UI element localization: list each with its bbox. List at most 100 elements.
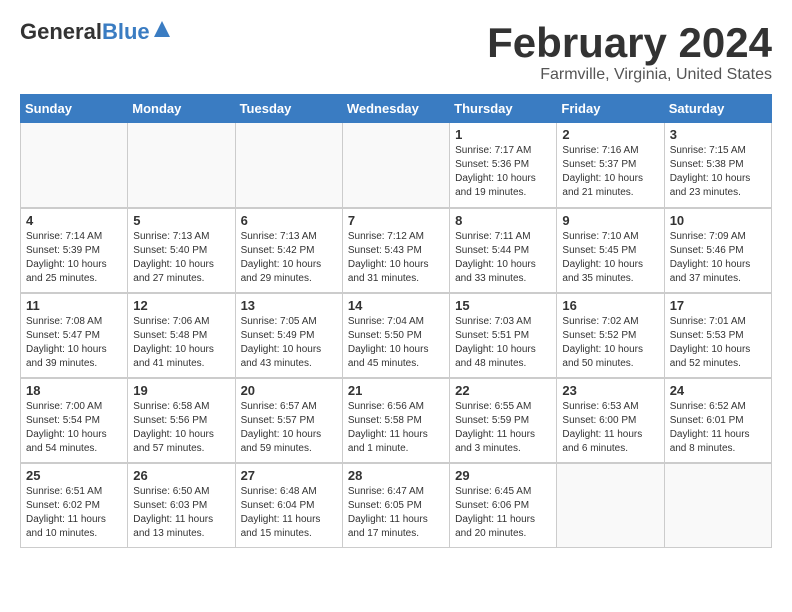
day-number: 27	[241, 468, 337, 483]
calendar-week-4: 18 Sunrise: 7:00 AMSunset: 5:54 PMDayligh…	[21, 378, 772, 463]
day-info: Sunrise: 6:53 AMSunset: 6:00 PMDaylight:…	[562, 400, 658, 456]
logo: GeneralBlue	[20, 20, 172, 44]
day-info: Sunrise: 7:00 AMSunset: 5:54 PMDaylight:…	[26, 400, 122, 456]
day-number: 9	[562, 213, 658, 228]
calendar-cell: 13Sunrise: 7:05 AMSunset: 5:49 PMDayligh…	[235, 293, 342, 378]
day-info: Sunrise: 6:57 AMSunset: 5:57 PMDaylight:…	[241, 400, 337, 456]
header-day-sunday: Sunday	[21, 95, 128, 123]
title-block: February 2024 Farmville, Virginia, Unite…	[487, 20, 772, 84]
day-number: 16	[562, 298, 658, 313]
day-number: 19	[133, 383, 229, 398]
calendar-cell: 10 Sunrise: 7:09 AMSunset: 5:46 PMDayligh…	[664, 208, 771, 293]
day-info: Sunrise: 7:02 AMSunset: 5:52 PMDaylight:…	[562, 315, 658, 371]
day-info: Sunrise: 7:01 AMSunset: 5:53 PMDaylight:…	[670, 315, 766, 371]
day-info: Sunrise: 7:15 AMSunset: 5:38 PMDaylight:…	[670, 144, 766, 200]
calendar-cell: 6 Sunrise: 7:13 AMSunset: 5:42 PMDaylight…	[235, 208, 342, 293]
day-number: 17	[670, 298, 766, 313]
day-number: 22	[455, 383, 551, 398]
day-number: 15	[455, 298, 551, 313]
header-day-saturday: Saturday	[664, 95, 771, 123]
calendar-table: SundayMondayTuesdayWednesdayThursdayFrid…	[20, 94, 772, 548]
day-info: Sunrise: 6:55 AMSunset: 5:59 PMDaylight:…	[455, 400, 551, 456]
page-header: GeneralBlue February 2024 Farmville, Vir…	[20, 20, 772, 84]
day-info: Sunrise: 6:51 AMSunset: 6:02 PMDaylight:…	[26, 485, 122, 541]
day-info: Sunrise: 7:13 AMSunset: 5:40 PMDaylight:…	[133, 230, 229, 286]
calendar-cell: 26Sunrise: 6:50 AMSunset: 6:03 PMDayligh…	[128, 463, 235, 548]
day-number: 24	[670, 383, 766, 398]
day-number: 13	[241, 298, 337, 313]
day-info: Sunrise: 7:12 AMSunset: 5:43 PMDaylight:…	[348, 230, 444, 286]
calendar-cell: 3 Sunrise: 7:15 AMSunset: 5:38 PMDaylight…	[664, 123, 771, 208]
day-number: 21	[348, 383, 444, 398]
day-info: Sunrise: 7:13 AMSunset: 5:42 PMDaylight:…	[241, 230, 337, 286]
header-row: SundayMondayTuesdayWednesdayThursdayFrid…	[21, 95, 772, 123]
calendar-cell: 20 Sunrise: 6:57 AMSunset: 5:57 PMDayligh…	[235, 378, 342, 463]
calendar-cell: 18 Sunrise: 7:00 AMSunset: 5:54 PMDayligh…	[21, 378, 128, 463]
logo-text: GeneralBlue	[20, 20, 150, 44]
day-info: Sunrise: 6:45 AMSunset: 6:06 PMDaylight:…	[455, 485, 551, 541]
calendar-cell: 2 Sunrise: 7:16 AMSunset: 5:37 PMDaylight…	[557, 123, 664, 208]
calendar-cell: 15 Sunrise: 7:03 AMSunset: 5:51 PMDayligh…	[450, 293, 557, 378]
calendar-cell	[342, 123, 449, 208]
calendar-cell: 29 Sunrise: 6:45 AMSunset: 6:06 PMDayligh…	[450, 463, 557, 548]
calendar-week-3: 11Sunrise: 7:08 AMSunset: 5:47 PMDayligh…	[21, 293, 772, 378]
day-number: 20	[241, 383, 337, 398]
calendar-cell: 9 Sunrise: 7:10 AMSunset: 5:45 PMDaylight…	[557, 208, 664, 293]
calendar-cell: 28Sunrise: 6:47 AMSunset: 6:05 PMDayligh…	[342, 463, 449, 548]
calendar-cell: 7 Sunrise: 7:12 AMSunset: 5:43 PMDaylight…	[342, 208, 449, 293]
day-info: Sunrise: 6:50 AMSunset: 6:03 PMDaylight:…	[133, 485, 229, 541]
day-info: Sunrise: 7:16 AMSunset: 5:37 PMDaylight:…	[562, 144, 658, 200]
day-number: 2	[562, 127, 658, 142]
header-day-wednesday: Wednesday	[342, 95, 449, 123]
calendar-cell: 19 Sunrise: 6:58 AMSunset: 5:56 PMDayligh…	[128, 378, 235, 463]
day-number: 25	[26, 468, 122, 483]
calendar-cell: 23Sunrise: 6:53 AMSunset: 6:00 PMDayligh…	[557, 378, 664, 463]
day-info: Sunrise: 7:04 AMSunset: 5:50 PMDaylight:…	[348, 315, 444, 371]
day-number: 11	[26, 298, 122, 313]
day-info: Sunrise: 6:58 AMSunset: 5:56 PMDaylight:…	[133, 400, 229, 456]
calendar-cell: 17 Sunrise: 7:01 AMSunset: 5:53 PMDayligh…	[664, 293, 771, 378]
day-number: 1	[455, 127, 551, 142]
calendar-cell: 27 Sunrise: 6:48 AMSunset: 6:04 PMDayligh…	[235, 463, 342, 548]
calendar-cell	[21, 123, 128, 208]
day-info: Sunrise: 7:06 AMSunset: 5:48 PMDaylight:…	[133, 315, 229, 371]
day-number: 3	[670, 127, 766, 142]
day-number: 18	[26, 383, 122, 398]
calendar-week-2: 4 Sunrise: 7:14 AMSunset: 5:39 PMDaylight…	[21, 208, 772, 293]
month-title: February 2024	[487, 20, 772, 66]
calendar-cell: 12Sunrise: 7:06 AMSunset: 5:48 PMDayligh…	[128, 293, 235, 378]
calendar-week-1: 1 Sunrise: 7:17 AMSunset: 5:36 PMDaylight…	[21, 123, 772, 208]
calendar-cell: 22 Sunrise: 6:55 AMSunset: 5:59 PMDayligh…	[450, 378, 557, 463]
day-info: Sunrise: 7:09 AMSunset: 5:46 PMDaylight:…	[670, 230, 766, 286]
day-number: 10	[670, 213, 766, 228]
header-day-thursday: Thursday	[450, 95, 557, 123]
calendar-cell: 5 Sunrise: 7:13 AMSunset: 5:40 PMDaylight…	[128, 208, 235, 293]
calendar-cell: 14Sunrise: 7:04 AMSunset: 5:50 PMDayligh…	[342, 293, 449, 378]
day-number: 29	[455, 468, 551, 483]
logo-icon	[152, 19, 172, 39]
day-info: Sunrise: 7:14 AMSunset: 5:39 PMDaylight:…	[26, 230, 122, 286]
day-info: Sunrise: 7:10 AMSunset: 5:45 PMDaylight:…	[562, 230, 658, 286]
day-info: Sunrise: 6:47 AMSunset: 6:05 PMDaylight:…	[348, 485, 444, 541]
day-info: Sunrise: 7:11 AMSunset: 5:44 PMDaylight:…	[455, 230, 551, 286]
header-day-friday: Friday	[557, 95, 664, 123]
calendar-cell	[557, 463, 664, 548]
day-info: Sunrise: 7:03 AMSunset: 5:51 PMDaylight:…	[455, 315, 551, 371]
day-number: 5	[133, 213, 229, 228]
calendar-cell: 25 Sunrise: 6:51 AMSunset: 6:02 PMDayligh…	[21, 463, 128, 548]
calendar-cell	[235, 123, 342, 208]
day-info: Sunrise: 6:48 AMSunset: 6:04 PMDaylight:…	[241, 485, 337, 541]
day-number: 7	[348, 213, 444, 228]
day-number: 6	[241, 213, 337, 228]
header-day-tuesday: Tuesday	[235, 95, 342, 123]
day-number: 4	[26, 213, 122, 228]
calendar-cell: 1 Sunrise: 7:17 AMSunset: 5:36 PMDaylight…	[450, 123, 557, 208]
calendar-cell	[128, 123, 235, 208]
calendar-cell: 8Sunrise: 7:11 AMSunset: 5:44 PMDaylight…	[450, 208, 557, 293]
calendar-cell: 4 Sunrise: 7:14 AMSunset: 5:39 PMDaylight…	[21, 208, 128, 293]
day-info: Sunrise: 7:17 AMSunset: 5:36 PMDaylight:…	[455, 144, 551, 200]
calendar-cell: 16 Sunrise: 7:02 AMSunset: 5:52 PMDayligh…	[557, 293, 664, 378]
calendar-cell	[664, 463, 771, 548]
header-day-monday: Monday	[128, 95, 235, 123]
location: Farmville, Virginia, United States	[487, 66, 772, 84]
